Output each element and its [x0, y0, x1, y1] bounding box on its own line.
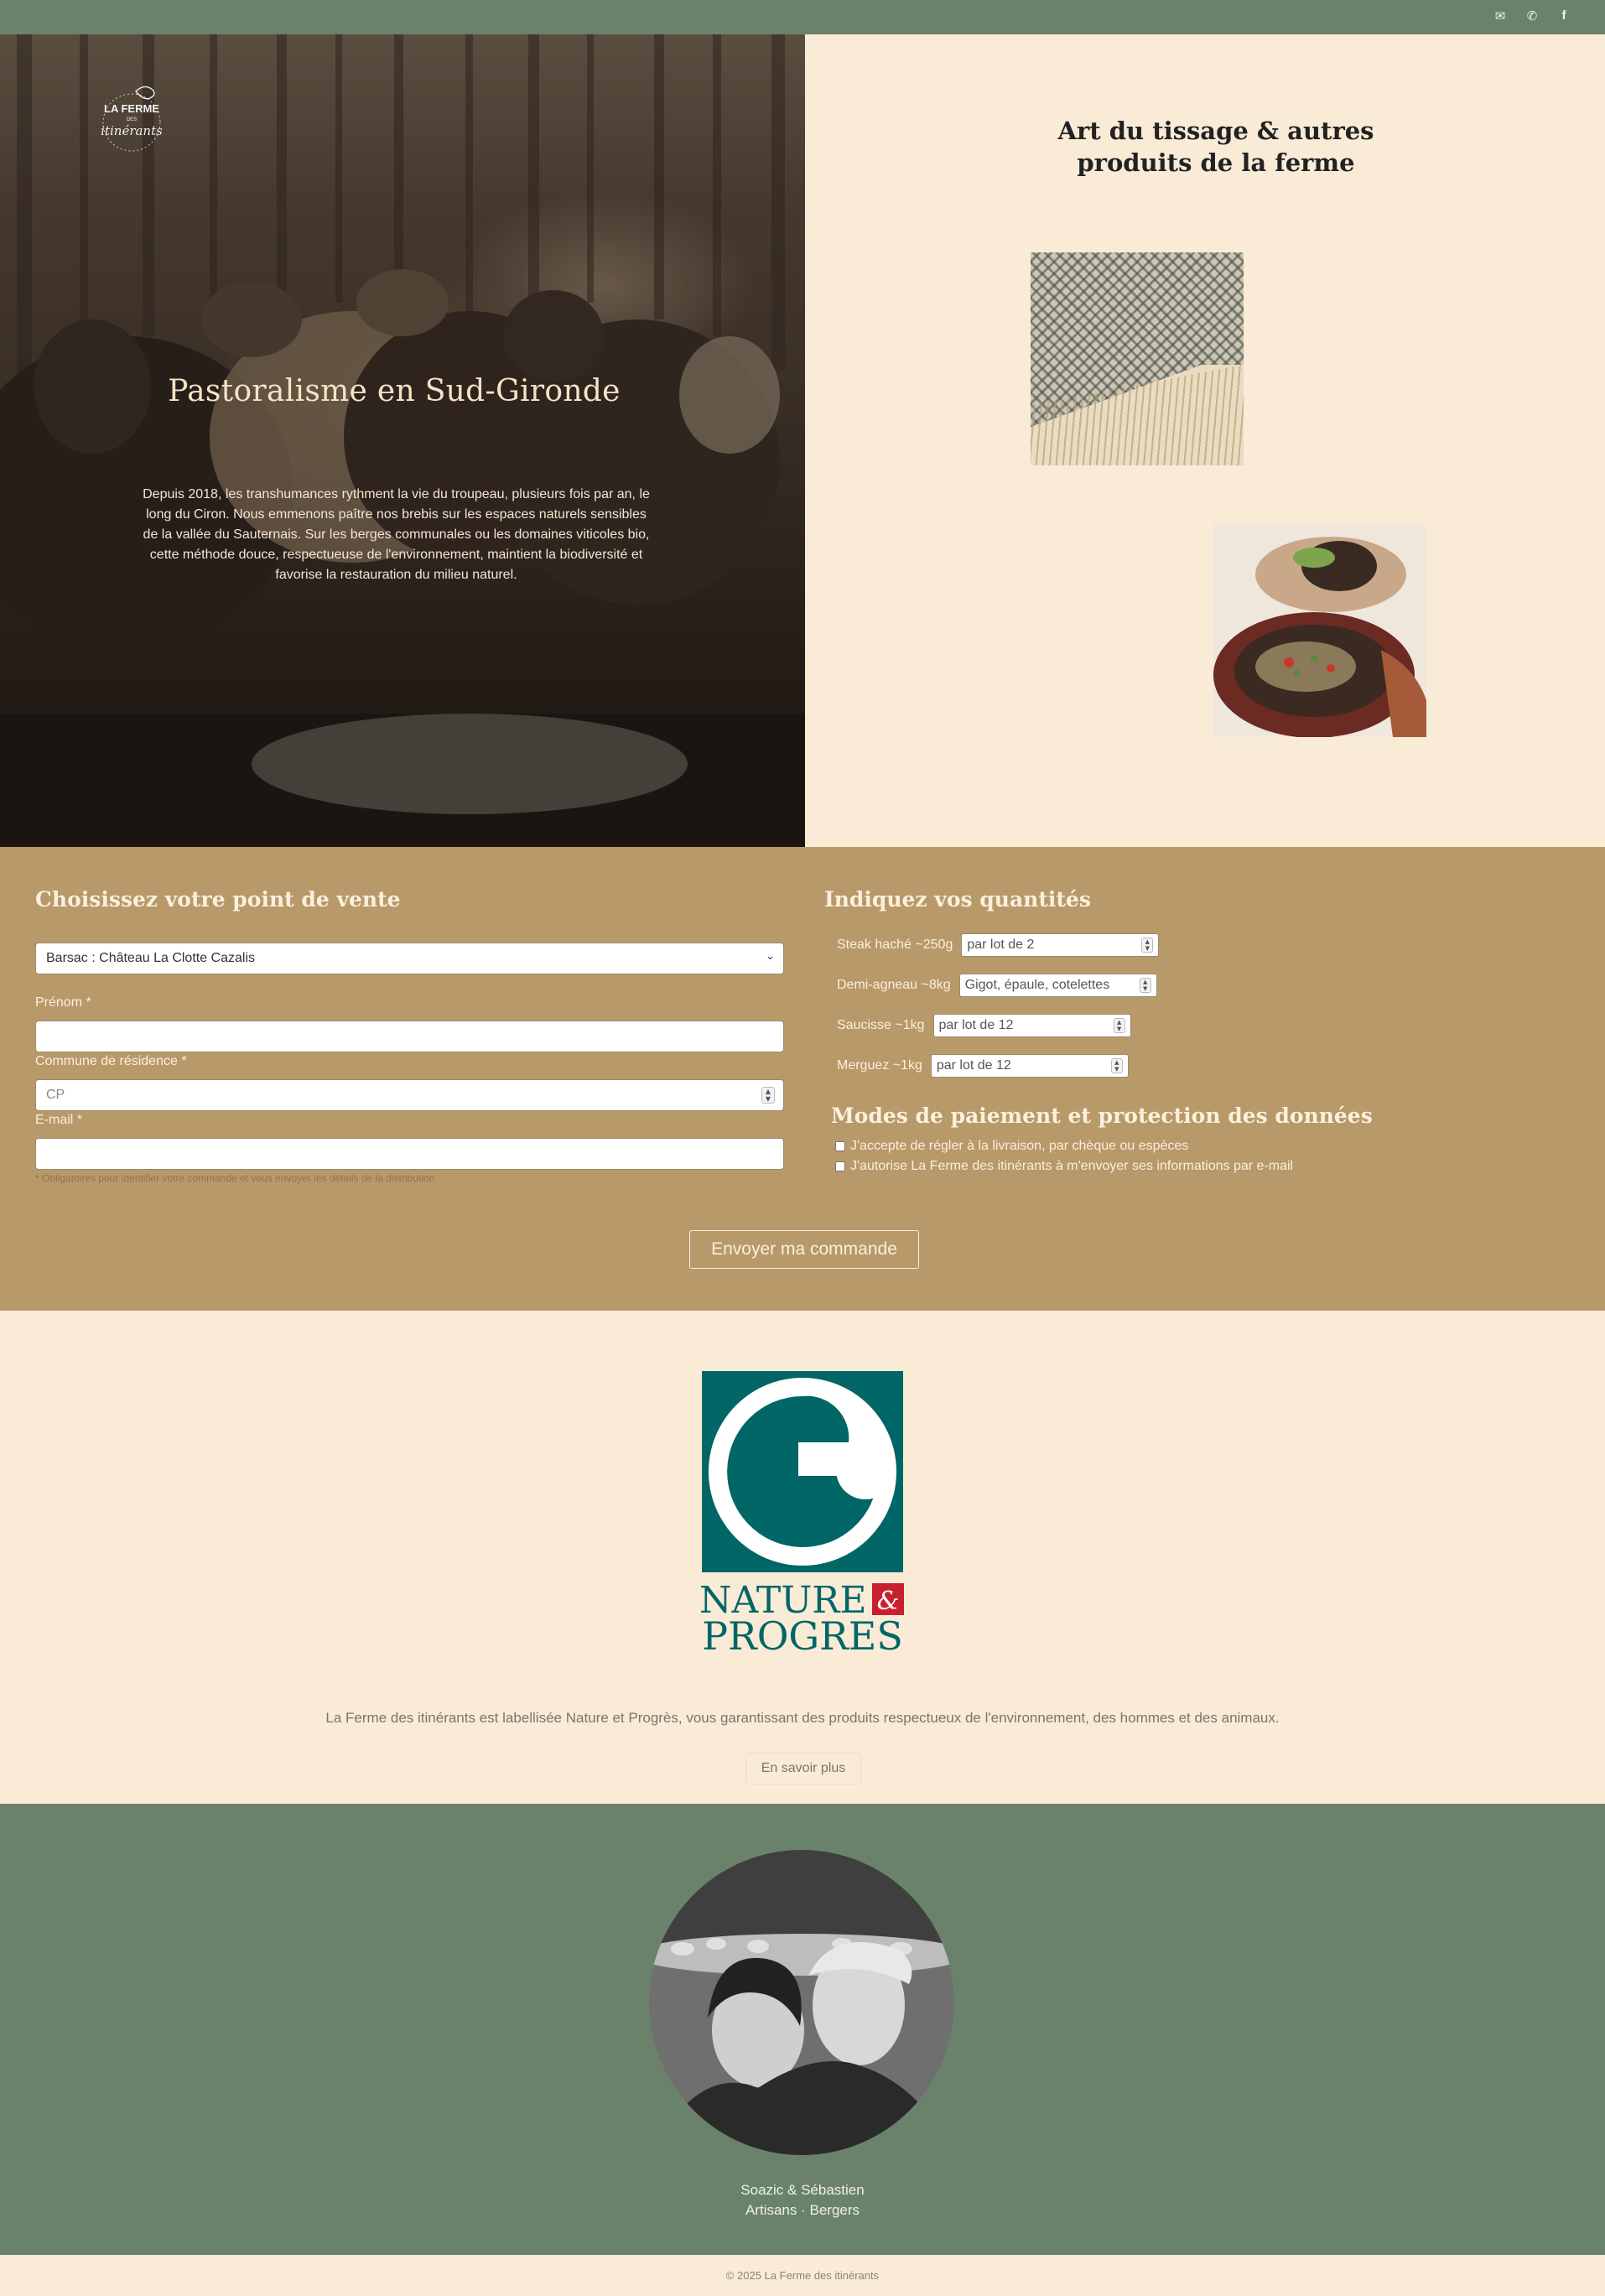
- point-of-sale-select[interactable]: Barsac : Château La Clotte Cazalis ⌄: [35, 943, 784, 974]
- number-spinner-icon[interactable]: ▲ ▼: [761, 1087, 775, 1104]
- required-note: * Obligatoires pour identifier votre com…: [35, 1172, 435, 1184]
- woven-blanket-photo: [1031, 252, 1244, 465]
- logo-text-line2: DES: [127, 117, 137, 122]
- hero-title: Pastoralisme en Sud-Gironde: [168, 374, 621, 408]
- payment-checkbox[interactable]: [835, 1141, 845, 1151]
- envelope-icon[interactable]: ✉: [1493, 8, 1508, 23]
- label-description: La Ferme des itinérants est labellisée N…: [325, 1710, 1280, 1726]
- quantities-title: Indiquez vos quantités: [824, 887, 1091, 912]
- quantity-placeholder: Gigot, épaule, cotelettes: [964, 978, 1110, 992]
- email-label: E-mail *: [35, 1113, 83, 1127]
- quantity-row: Demi-agneau ~8kg Gigot, épaule, cotelett…: [837, 973, 1157, 998]
- number-spinner-icon[interactable]: ▲ ▼: [1139, 978, 1151, 993]
- team-caption: Soazic & Sébastien Artisans · Bergers: [0, 2180, 1605, 2221]
- facebook-icon[interactable]: f: [1556, 8, 1571, 23]
- hero-section: LA FERME DES itinérants Pastoralisme en …: [0, 34, 805, 847]
- team-names: Soazic & Sébastien: [740, 2182, 865, 2198]
- payment-title: Modes de paiement et protection des donn…: [831, 1104, 1373, 1128]
- logo-text-line3: itinérants: [101, 123, 163, 138]
- email-consent-checkbox[interactable]: [835, 1161, 845, 1171]
- submit-order-button[interactable]: Envoyer ma commande: [689, 1230, 919, 1269]
- quantity-stepper[interactable]: par lot de 12 ▲ ▼: [930, 1054, 1129, 1078]
- products-title: Art du tissage & autres produits de la f…: [1057, 117, 1374, 177]
- quantity-stepper[interactable]: par lot de 12 ▲ ▼: [932, 1014, 1131, 1037]
- commune-label: Commune de résidence *: [35, 1054, 187, 1068]
- learn-more-button[interactable]: En savoir plus: [745, 1753, 861, 1784]
- firstname-label: Prénom *: [35, 995, 91, 1010]
- email-consent-checkbox-row: J'autorise La Ferme des itinérants à m'e…: [835, 1159, 1293, 1174]
- commune-field[interactable]: CP ▲ ▼: [35, 1079, 784, 1111]
- email-field[interactable]: [35, 1138, 784, 1170]
- logo-ampersand: &: [877, 1587, 900, 1616]
- number-spinner-icon[interactable]: ▲ ▼: [1113, 1018, 1125, 1033]
- quantity-row: Steak haché ~250g par lot de 2 ▲ ▼: [837, 932, 1160, 958]
- top-bar: ✉ ✆ f: [0, 0, 1605, 34]
- commune-placeholder: CP: [46, 1088, 65, 1102]
- number-spinner-icon[interactable]: ▲ ▼: [1110, 1058, 1123, 1073]
- quantity-placeholder: par lot de 2: [967, 938, 1035, 952]
- label-section: NATURE & PROGRES La Ferme des itinérants…: [0, 1311, 1605, 1804]
- quantity-stepper[interactable]: Gigot, épaule, cotelettes ▲ ▼: [958, 974, 1157, 997]
- payment-checkbox-row: J'accepte de régler à la livraison, par …: [835, 1139, 1188, 1154]
- point-of-sale-title: Choisissez votre point de vente: [35, 887, 401, 912]
- payment-checkbox-label: J'accepte de régler à la livraison, par …: [850, 1139, 1189, 1153]
- hero-overlay: [0, 34, 805, 847]
- quantity-stepper[interactable]: par lot de 2 ▲ ▼: [961, 933, 1160, 957]
- quantity-placeholder: par lot de 12: [938, 1018, 1014, 1032]
- logo-text-line1: LA FERME: [104, 102, 159, 115]
- quantity-row: Saucisse ~1kg par lot de 12 ▲ ▼: [837, 1013, 1131, 1038]
- quantity-label: Steak haché ~250g: [837, 938, 953, 952]
- farmers-portrait: [649, 1850, 954, 2155]
- email-consent-label: J'autorise La Ferme des itinérants à m'e…: [850, 1159, 1294, 1173]
- quantity-placeholder: par lot de 12: [936, 1058, 1011, 1073]
- farm-logo[interactable]: LA FERME DES itinérants: [77, 76, 186, 152]
- order-section: Choisissez votre point de vente Barsac :…: [0, 847, 1605, 1311]
- logo-word-progres: PROGRES: [702, 1613, 903, 1656]
- quantity-label: Demi-agneau ~8kg: [837, 978, 951, 992]
- quantity-label: Merguez ~1kg: [837, 1058, 922, 1073]
- number-spinner-icon[interactable]: ▲ ▼: [1141, 938, 1154, 953]
- team-roles: Artisans · Bergers: [745, 2202, 860, 2218]
- point-of-sale-value: Barsac : Château La Clotte Cazalis: [46, 951, 256, 965]
- nature-progres-logo[interactable]: NATURE & PROGRES: [698, 1371, 907, 1656]
- farm-dish-photo: [1213, 524, 1426, 737]
- portrait-illustration: [649, 1850, 954, 2155]
- dish-illustration: [1213, 524, 1426, 737]
- social-icons: ✉ ✆ f: [1493, 8, 1571, 23]
- products-section: Art du tissage & autres produits de la f…: [805, 34, 1605, 847]
- quantity-row: Merguez ~1kg par lot de 12 ▲ ▼: [837, 1053, 1129, 1078]
- whatsapp-icon[interactable]: ✆: [1524, 8, 1540, 23]
- team-section: Soazic & Sébastien Artisans · Bergers: [0, 1804, 1605, 2255]
- hero-text: Depuis 2018, les transhumances rythment …: [143, 487, 650, 582]
- chevron-down-icon: ⌄: [766, 950, 775, 963]
- footer-copyright: © 2025 La Ferme des itinérants: [0, 2255, 1605, 2296]
- firstname-field[interactable]: [35, 1021, 784, 1052]
- quantity-label: Saucisse ~1kg: [837, 1018, 925, 1032]
